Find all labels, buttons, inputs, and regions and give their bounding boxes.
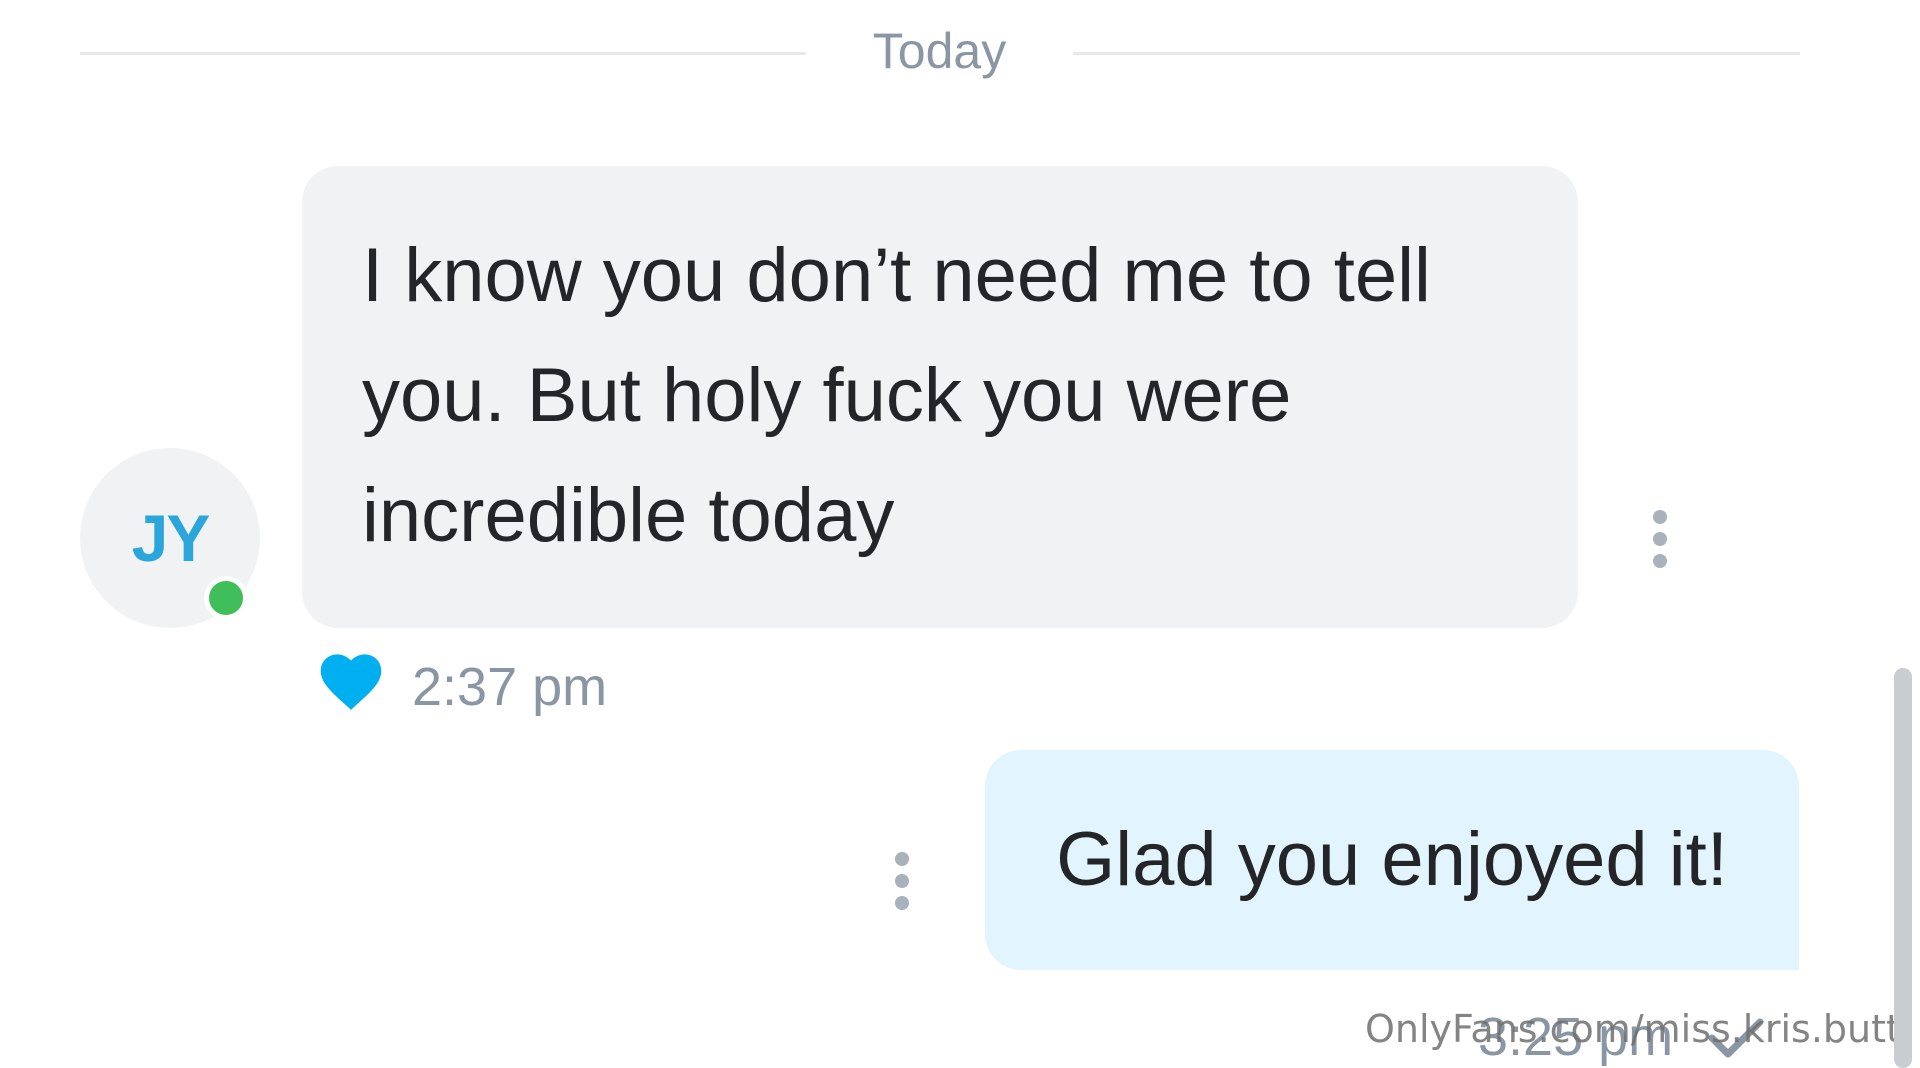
- online-status-indicator: [204, 576, 248, 620]
- message-bubble-sent[interactable]: Glad you enjoyed it!: [985, 750, 1799, 970]
- more-vertical-icon[interactable]: [893, 852, 911, 910]
- message-text: Glad you enjoyed it!: [1056, 817, 1728, 902]
- chat-view: Today JY I know you don’t need me to tel…: [0, 0, 1920, 1068]
- message-bubble-received[interactable]: I know you don’t need me to tell you. Bu…: [302, 166, 1578, 628]
- message-timestamp: 2:37 pm: [412, 657, 608, 717]
- watermark-text: OnlyFans.com/miss.kris.butt: [1365, 1007, 1901, 1051]
- date-divider-label: Today: [872, 23, 1007, 79]
- date-divider-line-left: [80, 52, 806, 55]
- heart-icon[interactable]: [318, 650, 384, 712]
- more-vertical-icon[interactable]: [1651, 510, 1669, 568]
- avatar-initials: JY: [131, 501, 211, 575]
- message-text: I know you don’t need me to tell you. Bu…: [362, 233, 1431, 558]
- scrollbar-thumb[interactable]: [1894, 668, 1912, 1068]
- date-divider-line-right: [1073, 52, 1800, 55]
